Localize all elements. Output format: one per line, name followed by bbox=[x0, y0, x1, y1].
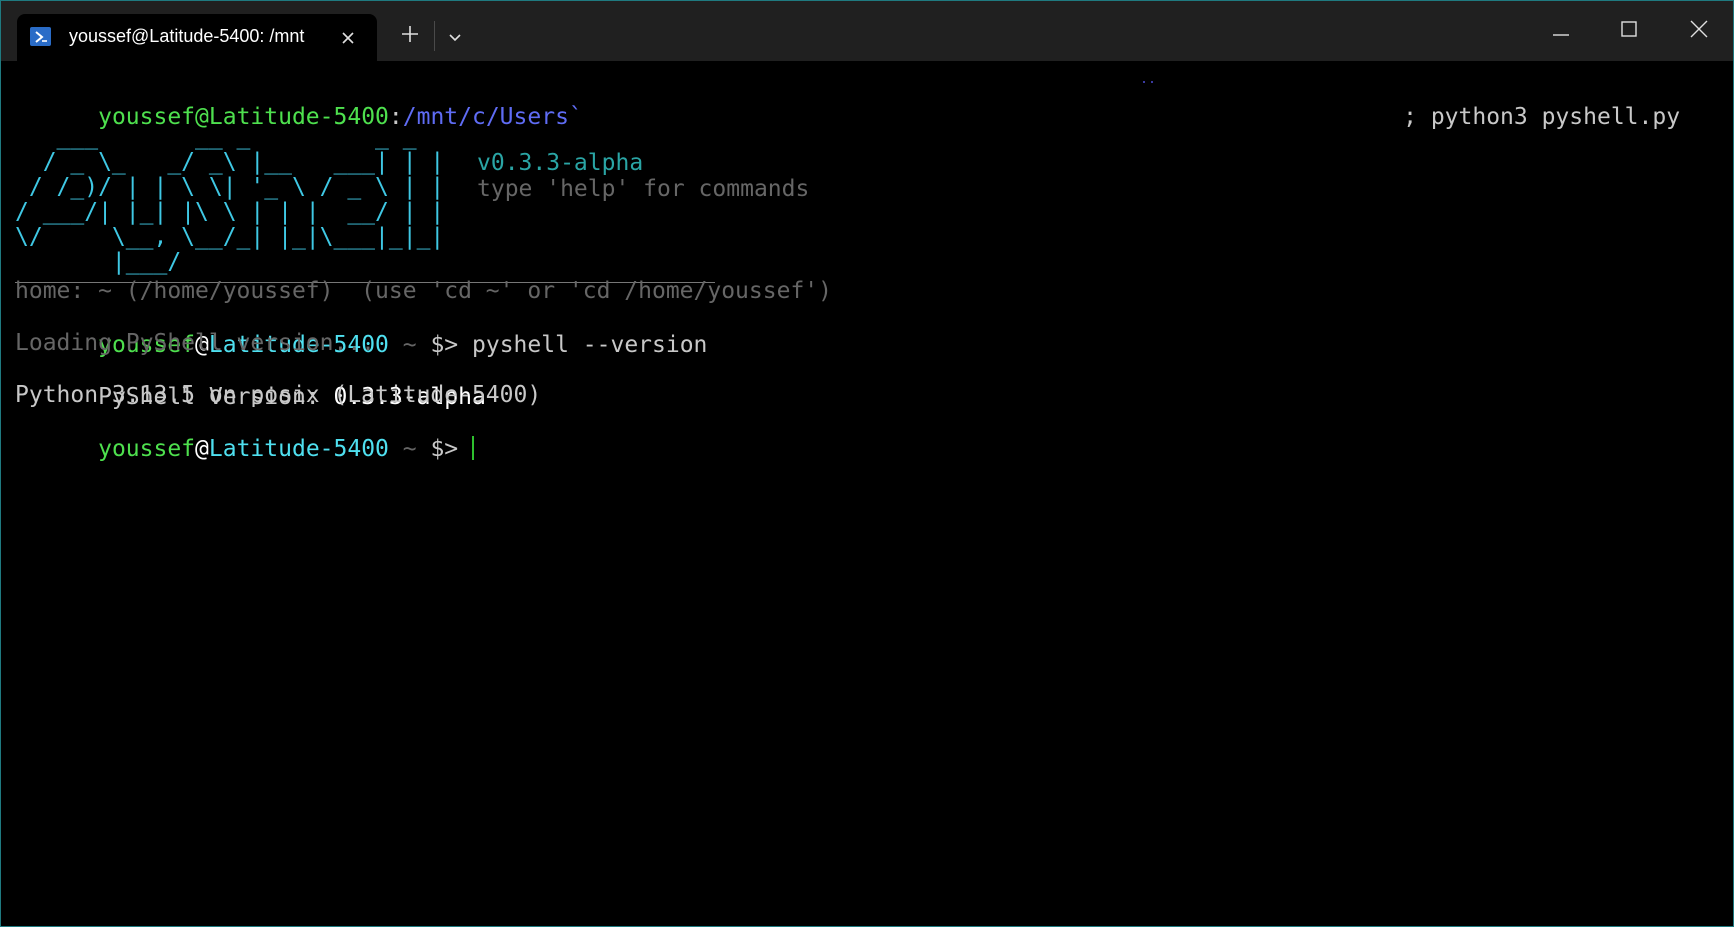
terminal-window: youssef@Latitude-5400: /mnt youssef@Lati… bbox=[0, 0, 1734, 927]
version-banner: v0.3.3-alpha bbox=[477, 150, 644, 176]
prompt-at: @ bbox=[195, 436, 209, 462]
pyshell-ascii-logo: ___ __ _ _ _ / _ \_ _/ _\ |__ ___| | | /… bbox=[15, 124, 445, 275]
prompt-path-tail: ` bbox=[568, 104, 583, 130]
tab-dropdown-button[interactable] bbox=[435, 19, 475, 53]
close-icon bbox=[1690, 20, 1708, 42]
minimize-icon bbox=[1553, 22, 1569, 41]
tab-title: youssef@Latitude-5400: /mnt bbox=[69, 26, 305, 46]
prompt-command: pyshell --version bbox=[458, 332, 708, 358]
prompt-line: youssef@Latitude-5400 ~ $> pyshell --ver… bbox=[15, 303, 707, 358]
active-prompt-line[interactable]: youssef@Latitude-5400 ~ $> bbox=[15, 407, 474, 462]
loading-message: Loading PyShell version... bbox=[15, 330, 376, 356]
maximize-button[interactable] bbox=[1595, 1, 1663, 61]
new-tab-button[interactable] bbox=[390, 19, 430, 53]
prompt-sigil: $> bbox=[430, 436, 472, 462]
terminal-output[interactable]: youssef@Latitude-5400:/mnt/c/Users` ; py… bbox=[15, 61, 1733, 926]
plus-icon bbox=[401, 25, 419, 47]
close-icon[interactable] bbox=[335, 25, 361, 51]
redaction-mark bbox=[1143, 81, 1145, 83]
close-window-button[interactable] bbox=[1665, 1, 1733, 61]
command: python3 pyshell.py bbox=[1430, 104, 1681, 130]
help-hint: type 'help' for commands bbox=[477, 176, 810, 202]
prompt-host: Latitude-5400 bbox=[208, 436, 389, 462]
home-info: home: ~ (/home/youssef) (use 'cd ~' or '… bbox=[15, 278, 832, 304]
redaction-mark bbox=[1151, 81, 1153, 83]
prompt-user: youssef bbox=[98, 436, 196, 462]
maximize-icon bbox=[1621, 21, 1637, 41]
python-info: Python 3.13.5 on posix (Latitude-5400) bbox=[15, 382, 542, 408]
terminal-tab[interactable]: youssef@Latitude-5400: /mnt bbox=[17, 14, 377, 61]
minimize-button[interactable] bbox=[1527, 1, 1595, 61]
command-line: youssef@Latitude-5400:/mnt/c/Users` bbox=[15, 75, 583, 130]
powershell-icon bbox=[30, 27, 51, 46]
command-prefix: ; bbox=[1403, 104, 1417, 130]
command-text: ; python3 pyshell.py bbox=[1320, 75, 1680, 130]
text-cursor bbox=[472, 436, 474, 460]
prompt-cwd: ~ bbox=[388, 436, 431, 462]
title-bar: youssef@Latitude-5400: /mnt bbox=[1, 1, 1733, 61]
version-output: PyShell Version: 0.3.3-alpha bbox=[15, 355, 486, 410]
chevron-down-icon bbox=[448, 27, 462, 46]
